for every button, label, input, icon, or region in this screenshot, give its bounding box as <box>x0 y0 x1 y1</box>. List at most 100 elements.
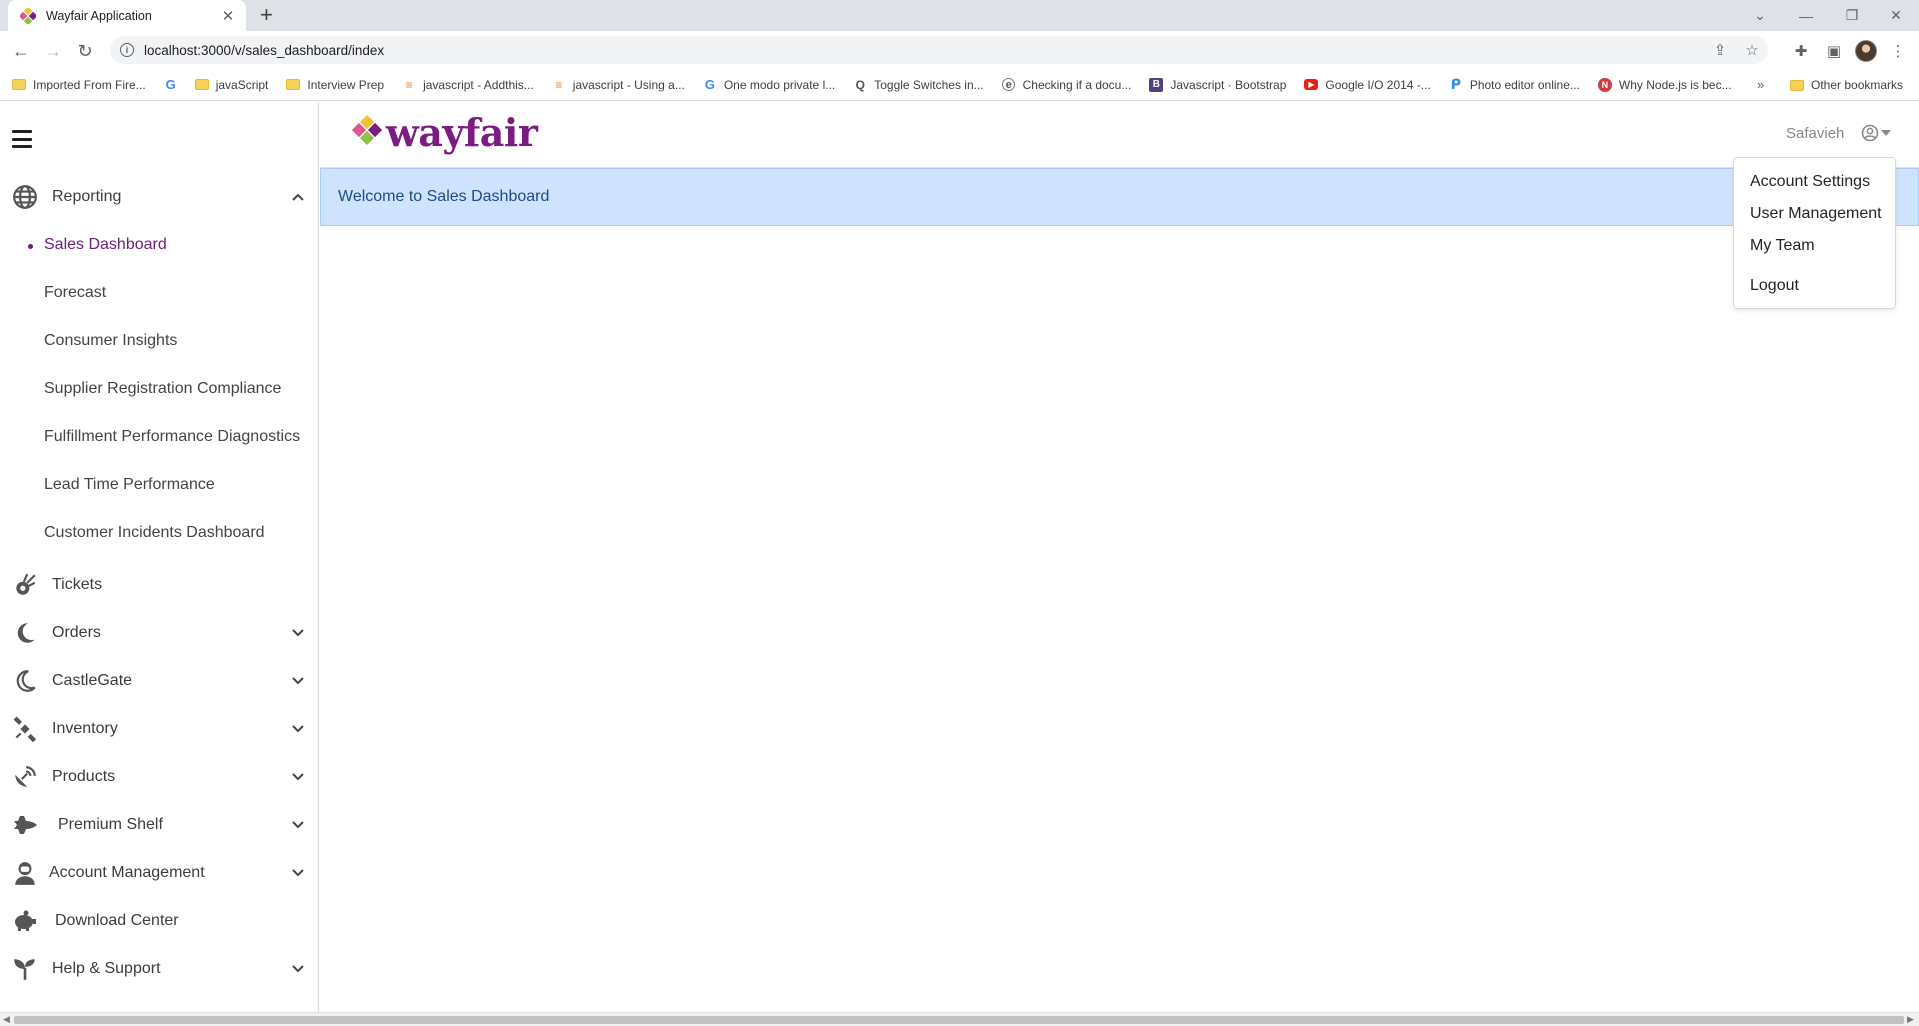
bookmark-item[interactable]: G One modo private l... <box>703 77 835 92</box>
wayfair-logo-mark-icon <box>351 114 383 150</box>
sidebar-subitem-consumer-insights[interactable]: Consumer Insights <box>44 332 177 350</box>
sidebar-item-castlegate[interactable]: CastleGate <box>0 661 319 701</box>
sidebar-item-inventory[interactable]: Inventory <box>0 709 319 749</box>
other-bookmarks-label: Other bookmarks <box>1811 78 1904 92</box>
youtube-icon: ▶ <box>1304 78 1319 92</box>
sidebar-item-label: Download Center <box>55 912 179 929</box>
sidebar-subitem-forecast[interactable]: Forecast <box>44 284 106 302</box>
user-dropdown-menu: Account Settings User Management My Team… <box>1733 157 1896 309</box>
url-text[interactable]: localhost:3000/v/sales_dashboard/index <box>144 43 1704 58</box>
sidebar-item-help-support[interactable]: Help & Support <box>0 949 319 989</box>
reload-icon[interactable]: ↻ <box>72 38 98 64</box>
chevron-down-icon <box>292 770 304 784</box>
bookmark-item[interactable]: B Javascript · Bootstrap <box>1149 77 1287 92</box>
sidebar-item-reporting[interactable]: Reporting <box>0 177 319 217</box>
bookmark-item[interactable]: ᑭ Photo editor online... <box>1449 76 1580 92</box>
tab-search-icon[interactable]: ⌄ <box>1737 0 1783 31</box>
forward-icon[interactable]: → <box>40 38 66 64</box>
banner-text: Welcome to Sales Dashboard <box>338 188 550 205</box>
sidebar-item-premium-shelf[interactable]: Premium Shelf <box>0 805 319 845</box>
pixlr-icon: ᑭ <box>1450 76 1462 92</box>
bookmark-star-icon[interactable]: ☆ <box>1736 41 1768 59</box>
restore-icon[interactable]: ❐ <box>1829 0 1875 31</box>
menu-item-my-team[interactable]: My Team <box>1750 237 1815 255</box>
share-icon[interactable]: ⇪ <box>1704 41 1736 59</box>
sidebar-subitem-fulfillment-performance-diagnostics[interactable]: Fulfillment Performance Diagnostics <box>44 428 300 446</box>
bookmark-item[interactable]: Q Toggle Switches in... <box>853 77 984 92</box>
sidebar-item-orders[interactable]: Orders <box>0 613 319 653</box>
bookmark-label: Interview Prep <box>307 77 385 92</box>
sidebar-item-label: Premium Shelf <box>58 816 163 833</box>
scroll-right-icon[interactable]: ▶ <box>1907 1014 1914 1025</box>
comet-icon <box>12 572 38 598</box>
wayfair-logo[interactable]: wayfair <box>351 110 538 155</box>
menu-item-account-settings[interactable]: Account Settings <box>1750 173 1870 191</box>
user-name[interactable]: Safavieh <box>1786 125 1844 142</box>
hamburger-menu-icon[interactable] <box>12 130 32 148</box>
bookmark-label: Javascript · Bootstrap <box>1170 77 1287 92</box>
bookmark-label: javascript - Using a... <box>572 77 685 92</box>
bookmark-item[interactable]: N Why Node.js is bec... <box>1597 77 1732 92</box>
sidebar-item-label: Orders <box>52 624 101 641</box>
sidebar-subitem-customer-incidents-dashboard[interactable]: Customer Incidents Dashboard <box>44 524 265 542</box>
bookmark-label: Photo editor online... <box>1469 77 1580 92</box>
menu-item-user-management[interactable]: User Management <box>1750 205 1882 223</box>
sidebar-item-account-management[interactable]: Account Management <box>0 853 319 893</box>
user-menu-toggle[interactable] <box>1861 124 1891 142</box>
sidebar-item-label: Reporting <box>52 188 122 205</box>
caret-down-icon <box>1881 130 1891 136</box>
e-icon: e <box>1002 78 1016 92</box>
bookmark-item[interactable]: Imported From Fire... <box>12 78 146 92</box>
minimize-icon[interactable]: — <box>1783 0 1829 31</box>
bookmark-item[interactable]: javaScript <box>194 78 268 92</box>
browser-menu-icon[interactable]: ⋮ <box>1884 38 1912 64</box>
scroll-left-icon[interactable]: ◀ <box>3 1014 10 1025</box>
chevron-up-icon <box>292 190 304 204</box>
address-bar[interactable]: i localhost:3000/v/sales_dashboard/index… <box>110 36 1768 64</box>
folder-icon <box>286 78 301 92</box>
sidebar-item-label: CastleGate <box>52 672 133 689</box>
back-icon[interactable]: ← <box>8 38 34 64</box>
bookmark-item[interactable]: ▶ Google I/O 2014 -... <box>1304 78 1431 92</box>
seedling-icon <box>12 956 38 982</box>
horizontal-scrollbar[interactable]: ◀ ▶ <box>0 1012 1919 1026</box>
bookmark-item[interactable]: Interview Prep <box>286 78 384 92</box>
bookmark-item[interactable]: G <box>164 77 185 92</box>
bootstrap-icon: B <box>1149 77 1164 92</box>
chevron-down-icon <box>292 722 304 736</box>
tab-close-icon[interactable]: ✕ <box>220 7 236 25</box>
menu-item-logout[interactable]: Logout <box>1750 277 1799 295</box>
extensions-icon[interactable]: ✚ <box>1787 38 1815 64</box>
sidebar-item-label: Inventory <box>52 720 118 737</box>
close-window-icon[interactable]: ✕ <box>1873 0 1919 31</box>
site-info-icon[interactable]: i <box>120 43 134 57</box>
sidebar-subitem-sales-dashboard[interactable]: Sales Dashboard <box>44 236 167 254</box>
new-tab-button[interactable]: + <box>260 3 273 27</box>
profile-avatar[interactable] <box>1852 38 1880 64</box>
bookmarks-overflow-icon[interactable]: » <box>1757 77 1764 92</box>
chevron-down-icon <box>292 674 304 688</box>
sidebar-item-label: Help & Support <box>52 960 161 977</box>
tab-title: Wayfair Application <box>46 8 152 23</box>
sidebar-item-download-center[interactable]: Download Center <box>0 901 319 941</box>
folder-icon <box>194 78 209 92</box>
side-panel-icon[interactable]: ▣ <box>1820 38 1848 64</box>
sidebar-item-products[interactable]: Products <box>0 757 319 797</box>
bookmarks-bar: Imported From Fire... GjavaScript Intervie… <box>0 69 1919 101</box>
bookmark-item[interactable]: ≡ javascript - Addthis... <box>402 78 534 92</box>
sidebar-subitem-supplier-registration-compliance[interactable]: Supplier Registration Compliance <box>44 380 281 398</box>
browser-tab[interactable]: Wayfair Application ✕ <box>8 0 246 31</box>
scrollbar-thumb[interactable] <box>14 1016 1904 1024</box>
sidebar-item-label: Account Management <box>49 864 205 881</box>
satellite-icon <box>12 716 38 742</box>
sidebar-item-tickets[interactable]: Tickets <box>0 565 319 605</box>
folder-icon <box>12 78 26 92</box>
bookmark-item[interactable]: ≡ javascript - Using a... <box>552 78 685 92</box>
sidebar-subitem-lead-time-performance[interactable]: Lead Time Performance <box>44 476 215 494</box>
other-bookmarks[interactable]: Other bookmarks <box>1790 69 1903 101</box>
user-astronaut-icon <box>12 860 38 886</box>
bookmark-item[interactable]: e Checking if a docu... <box>1002 78 1131 92</box>
bookmark-label: Toggle Switches in... <box>874 77 984 92</box>
profile-photo-icon <box>1855 40 1877 62</box>
moon-icon <box>12 620 38 646</box>
